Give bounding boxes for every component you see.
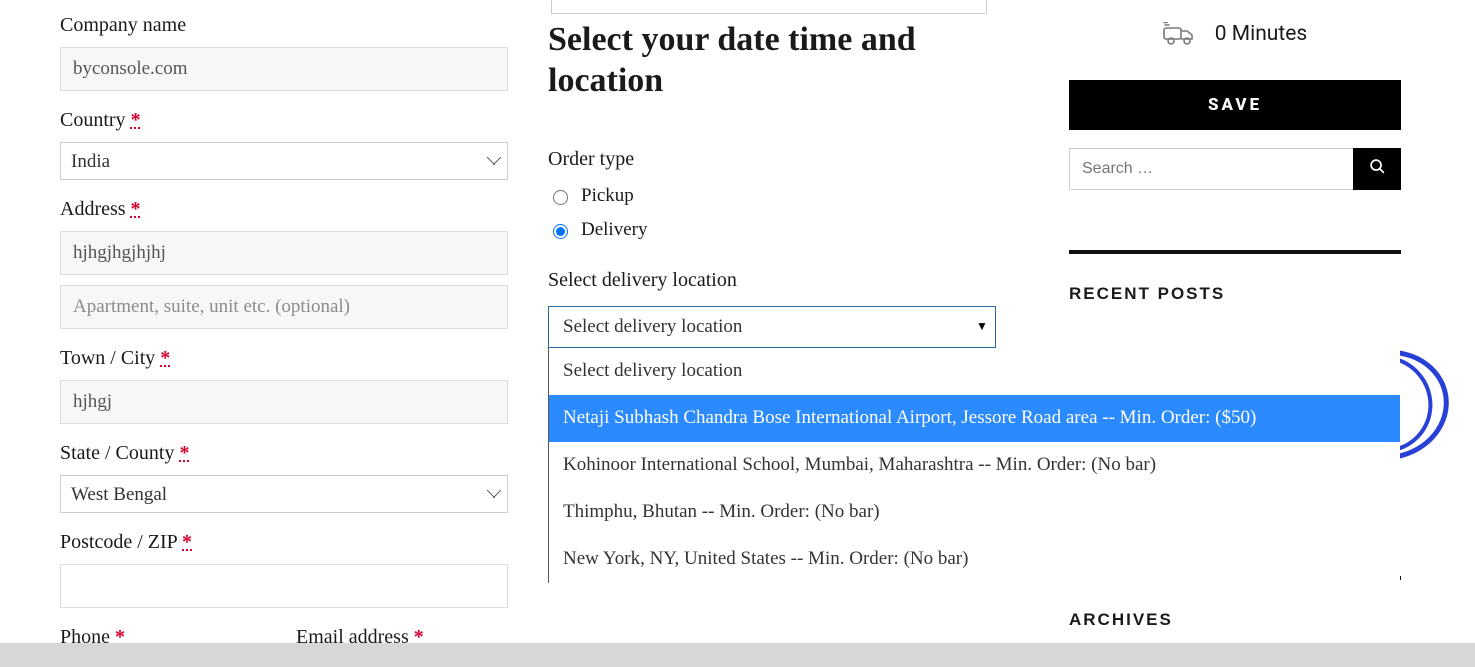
option-netaji-airport[interactable]: Netaji Subhash Chandra Bose Internationa… (549, 395, 1400, 442)
field-address-1[interactable] (60, 231, 508, 275)
option-thimphu[interactable]: Thimphu, Bhutan -- Min. Order: (No bar) (549, 489, 1400, 536)
chevron-down-icon: ▼ (969, 307, 995, 347)
field-city[interactable] (60, 380, 508, 424)
field-state[interactable]: West Bengal (60, 475, 508, 513)
eta-text: 0 Minutes (1215, 22, 1307, 46)
radio-pickup-label: Pickup (581, 185, 634, 207)
delivery-location-options: Select delivery location Netaji Subhash … (548, 348, 1400, 583)
delivery-location-select[interactable]: Select delivery location ▼ (548, 306, 996, 348)
label-state: State / County * (60, 442, 508, 465)
option-kohinoor-school[interactable]: Kohinoor International School, Mumbai, M… (549, 442, 1400, 489)
save-button[interactable]: SAVE (1069, 80, 1401, 130)
radio-pickup[interactable]: Pickup (548, 185, 1008, 207)
heading-recent-posts: RECENT POSTS (1069, 284, 1401, 304)
option-placeholder[interactable]: Select delivery location (549, 348, 1400, 395)
field-company[interactable] (60, 47, 508, 91)
delivery-truck-icon (1163, 22, 1195, 46)
label-company: Company name (60, 14, 508, 37)
label-postcode: Postcode / ZIP * (60, 531, 508, 554)
cut-off-textarea[interactable] (551, 0, 987, 14)
search-input[interactable] (1069, 148, 1353, 190)
heading-archives: ARCHIVES (1069, 610, 1401, 630)
label-country: Country * (60, 109, 508, 132)
label-delivery-location: Select delivery location (548, 269, 1008, 292)
radio-delivery-label: Delivery (581, 219, 647, 241)
radio-delivery[interactable]: Delivery (548, 219, 1008, 241)
search-icon (1369, 158, 1386, 181)
label-city: Town / City * (60, 347, 508, 370)
separator (1069, 250, 1401, 254)
label-address: Address * (60, 198, 508, 221)
field-postcode[interactable] (60, 564, 508, 608)
page-title: Select your date time and location (548, 20, 1008, 102)
delivery-location-value: Select delivery location (563, 316, 742, 338)
search-button[interactable] (1353, 148, 1401, 190)
field-country[interactable]: India (60, 142, 508, 180)
field-address-2[interactable] (60, 285, 508, 329)
bottom-bar (0, 643, 1475, 667)
label-order-type: Order type (548, 148, 1008, 171)
option-new-york[interactable]: New York, NY, United States -- Min. Orde… (549, 536, 1400, 583)
